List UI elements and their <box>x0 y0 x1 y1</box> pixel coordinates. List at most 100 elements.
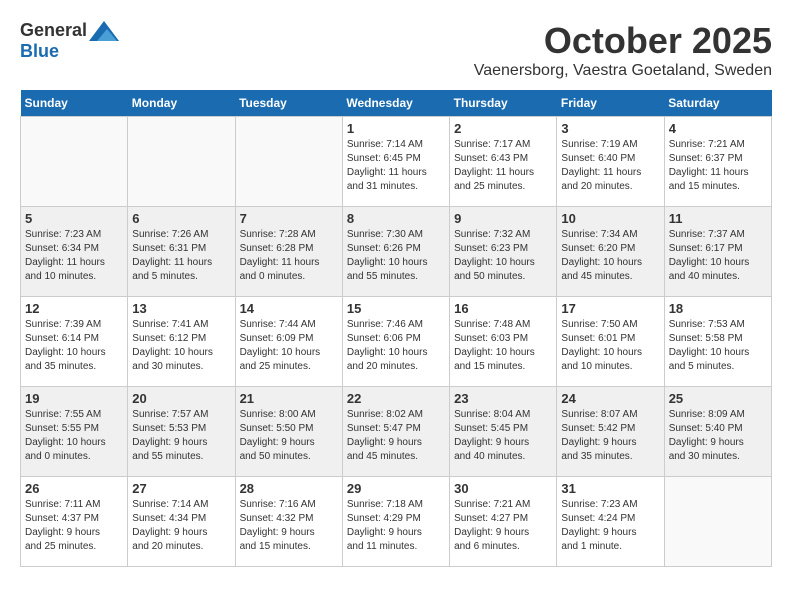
calendar-cell: 19 Sunrise: 7:55 AM Sunset: 5:55 PM Dayli… <box>21 387 128 477</box>
day-number: 22 <box>347 391 445 406</box>
calendar-cell: 1 Sunrise: 7:14 AM Sunset: 6:45 PM Daylig… <box>342 117 449 207</box>
calendar-cell: 16 Sunrise: 7:48 AM Sunset: 6:03 PM Dayli… <box>450 297 557 387</box>
day-info: Sunrise: 7:28 AM Sunset: 6:28 PM Dayligh… <box>240 228 338 284</box>
calendar-cell: 5Sunrise: 7:23 AM Sunset: 6:34 PM Daylig… <box>21 207 128 297</box>
calendar-cell: 12 Sunrise: 7:39 AM Sunset: 6:14 PM Dayli… <box>21 297 128 387</box>
day-info: Sunrise: 8:07 AM Sunset: 5:42 PM Dayligh… <box>561 408 659 464</box>
day-number: 11 <box>669 211 767 226</box>
page-header: General Blue October 2025 Vaenersborg, V… <box>20 20 772 80</box>
day-info: Sunrise: 7:48 AM Sunset: 6:03 PM Dayligh… <box>454 318 552 374</box>
weekday-header-row: SundayMondayTuesdayWednesdayThursdayFrid… <box>21 90 772 117</box>
day-number: 2 <box>454 121 552 136</box>
day-info: Sunrise: 7:37 AM Sunset: 6:17 PM Dayligh… <box>669 228 767 284</box>
day-number: 4 <box>669 121 767 136</box>
calendar-cell: 6 Sunrise: 7:26 AM Sunset: 6:31 PM Daylig… <box>128 207 235 297</box>
calendar-cell: 11 Sunrise: 7:37 AM Sunset: 6:17 PM Dayli… <box>664 207 771 297</box>
day-number: 16 <box>454 301 552 316</box>
day-info: Sunrise: 7:14 AM Sunset: 4:34 PM Dayligh… <box>132 498 230 554</box>
weekday-header-saturday: Saturday <box>664 90 771 117</box>
day-number: 7 <box>240 211 338 226</box>
calendar-cell: 4 Sunrise: 7:21 AM Sunset: 6:37 PM Daylig… <box>664 117 771 207</box>
calendar-cell: 18 Sunrise: 7:53 AM Sunset: 5:58 PM Dayli… <box>664 297 771 387</box>
day-number: 28 <box>240 481 338 496</box>
weekday-header-tuesday: Tuesday <box>235 90 342 117</box>
location-title: Vaenersborg, Vaestra Goetaland, Sweden <box>474 62 772 80</box>
day-info: Sunrise: 7:11 AM Sunset: 4:37 PM Dayligh… <box>25 498 123 554</box>
day-info: Sunrise: 7:17 AM Sunset: 6:43 PM Dayligh… <box>454 138 552 194</box>
calendar-cell: 26 Sunrise: 7:11 AM Sunset: 4:37 PM Dayli… <box>21 477 128 567</box>
day-info: Sunrise: 7:18 AM Sunset: 4:29 PM Dayligh… <box>347 498 445 554</box>
day-number: 9 <box>454 211 552 226</box>
day-info: Sunrise: 7:30 AM Sunset: 6:26 PM Dayligh… <box>347 228 445 284</box>
calendar-cell: 24 Sunrise: 8:07 AM Sunset: 5:42 PM Dayli… <box>557 387 664 477</box>
calendar-cell: 2 Sunrise: 7:17 AM Sunset: 6:43 PM Daylig… <box>450 117 557 207</box>
day-info: Sunrise: 8:04 AM Sunset: 5:45 PM Dayligh… <box>454 408 552 464</box>
day-number: 31 <box>561 481 659 496</box>
day-number: 24 <box>561 391 659 406</box>
day-number: 1 <box>347 121 445 136</box>
day-number: 30 <box>454 481 552 496</box>
calendar-table: SundayMondayTuesdayWednesdayThursdayFrid… <box>20 90 772 567</box>
day-info: Sunrise: 7:26 AM Sunset: 6:31 PM Dayligh… <box>132 228 230 284</box>
day-number: 17 <box>561 301 659 316</box>
day-number: 3 <box>561 121 659 136</box>
month-title: October 2025 <box>474 20 772 62</box>
day-number: 12 <box>25 301 123 316</box>
weekday-header-thursday: Thursday <box>450 90 557 117</box>
day-number: 27 <box>132 481 230 496</box>
calendar-cell <box>235 117 342 207</box>
logo-blue: Blue <box>20 41 59 62</box>
day-number: 20 <box>132 391 230 406</box>
calendar-cell: 30 Sunrise: 7:21 AM Sunset: 4:27 PM Dayli… <box>450 477 557 567</box>
day-number: 21 <box>240 391 338 406</box>
day-info: Sunrise: 7:57 AM Sunset: 5:53 PM Dayligh… <box>132 408 230 464</box>
logo: General Blue <box>20 20 119 62</box>
day-number: 25 <box>669 391 767 406</box>
day-number: 6 <box>132 211 230 226</box>
calendar-cell: 13 Sunrise: 7:41 AM Sunset: 6:12 PM Dayli… <box>128 297 235 387</box>
calendar-cell: 14Sunrise: 7:44 AM Sunset: 6:09 PM Dayli… <box>235 297 342 387</box>
day-number: 13 <box>132 301 230 316</box>
day-info: Sunrise: 7:50 AM Sunset: 6:01 PM Dayligh… <box>561 318 659 374</box>
calendar-cell: 8Sunrise: 7:30 AM Sunset: 6:26 PM Daylig… <box>342 207 449 297</box>
day-number: 18 <box>669 301 767 316</box>
day-number: 5 <box>25 211 123 226</box>
calendar-week-row: 12 Sunrise: 7:39 AM Sunset: 6:14 PM Dayli… <box>21 297 772 387</box>
day-info: Sunrise: 8:02 AM Sunset: 5:47 PM Dayligh… <box>347 408 445 464</box>
day-info: Sunrise: 7:19 AM Sunset: 6:40 PM Dayligh… <box>561 138 659 194</box>
calendar-week-row: 5Sunrise: 7:23 AM Sunset: 6:34 PM Daylig… <box>21 207 772 297</box>
calendar-cell: 10Sunrise: 7:34 AM Sunset: 6:20 PM Dayli… <box>557 207 664 297</box>
calendar-cell: 29Sunrise: 7:18 AM Sunset: 4:29 PM Dayli… <box>342 477 449 567</box>
calendar-cell: 3 Sunrise: 7:19 AM Sunset: 6:40 PM Daylig… <box>557 117 664 207</box>
calendar-week-row: 19 Sunrise: 7:55 AM Sunset: 5:55 PM Dayli… <box>21 387 772 477</box>
calendar-cell: 28Sunrise: 7:16 AM Sunset: 4:32 PM Dayli… <box>235 477 342 567</box>
weekday-header-monday: Monday <box>128 90 235 117</box>
day-info: Sunrise: 7:46 AM Sunset: 6:06 PM Dayligh… <box>347 318 445 374</box>
day-number: 15 <box>347 301 445 316</box>
day-info: Sunrise: 7:21 AM Sunset: 6:37 PM Dayligh… <box>669 138 767 194</box>
day-info: Sunrise: 7:32 AM Sunset: 6:23 PM Dayligh… <box>454 228 552 284</box>
day-number: 19 <box>25 391 123 406</box>
weekday-header-wednesday: Wednesday <box>342 90 449 117</box>
day-info: Sunrise: 7:39 AM Sunset: 6:14 PM Dayligh… <box>25 318 123 374</box>
day-info: Sunrise: 7:53 AM Sunset: 5:58 PM Dayligh… <box>669 318 767 374</box>
day-info: Sunrise: 7:44 AM Sunset: 6:09 PM Dayligh… <box>240 318 338 374</box>
calendar-cell <box>21 117 128 207</box>
weekday-header-friday: Friday <box>557 90 664 117</box>
logo-icon <box>89 21 119 41</box>
calendar-cell: 31Sunrise: 7:23 AM Sunset: 4:24 PM Dayli… <box>557 477 664 567</box>
day-number: 26 <box>25 481 123 496</box>
day-number: 23 <box>454 391 552 406</box>
day-info: Sunrise: 8:09 AM Sunset: 5:40 PM Dayligh… <box>669 408 767 464</box>
calendar-cell <box>128 117 235 207</box>
day-info: Sunrise: 7:14 AM Sunset: 6:45 PM Dayligh… <box>347 138 445 194</box>
day-info: Sunrise: 7:41 AM Sunset: 6:12 PM Dayligh… <box>132 318 230 374</box>
day-info: Sunrise: 7:21 AM Sunset: 4:27 PM Dayligh… <box>454 498 552 554</box>
calendar-cell: 17 Sunrise: 7:50 AM Sunset: 6:01 PM Dayli… <box>557 297 664 387</box>
day-info: Sunrise: 7:34 AM Sunset: 6:20 PM Dayligh… <box>561 228 659 284</box>
day-info: Sunrise: 7:55 AM Sunset: 5:55 PM Dayligh… <box>25 408 123 464</box>
calendar-week-row: 26 Sunrise: 7:11 AM Sunset: 4:37 PM Dayli… <box>21 477 772 567</box>
calendar-cell: 15 Sunrise: 7:46 AM Sunset: 6:06 PM Dayli… <box>342 297 449 387</box>
calendar-cell: 7 Sunrise: 7:28 AM Sunset: 6:28 PM Daylig… <box>235 207 342 297</box>
calendar-cell: 22 Sunrise: 8:02 AM Sunset: 5:47 PM Dayli… <box>342 387 449 477</box>
